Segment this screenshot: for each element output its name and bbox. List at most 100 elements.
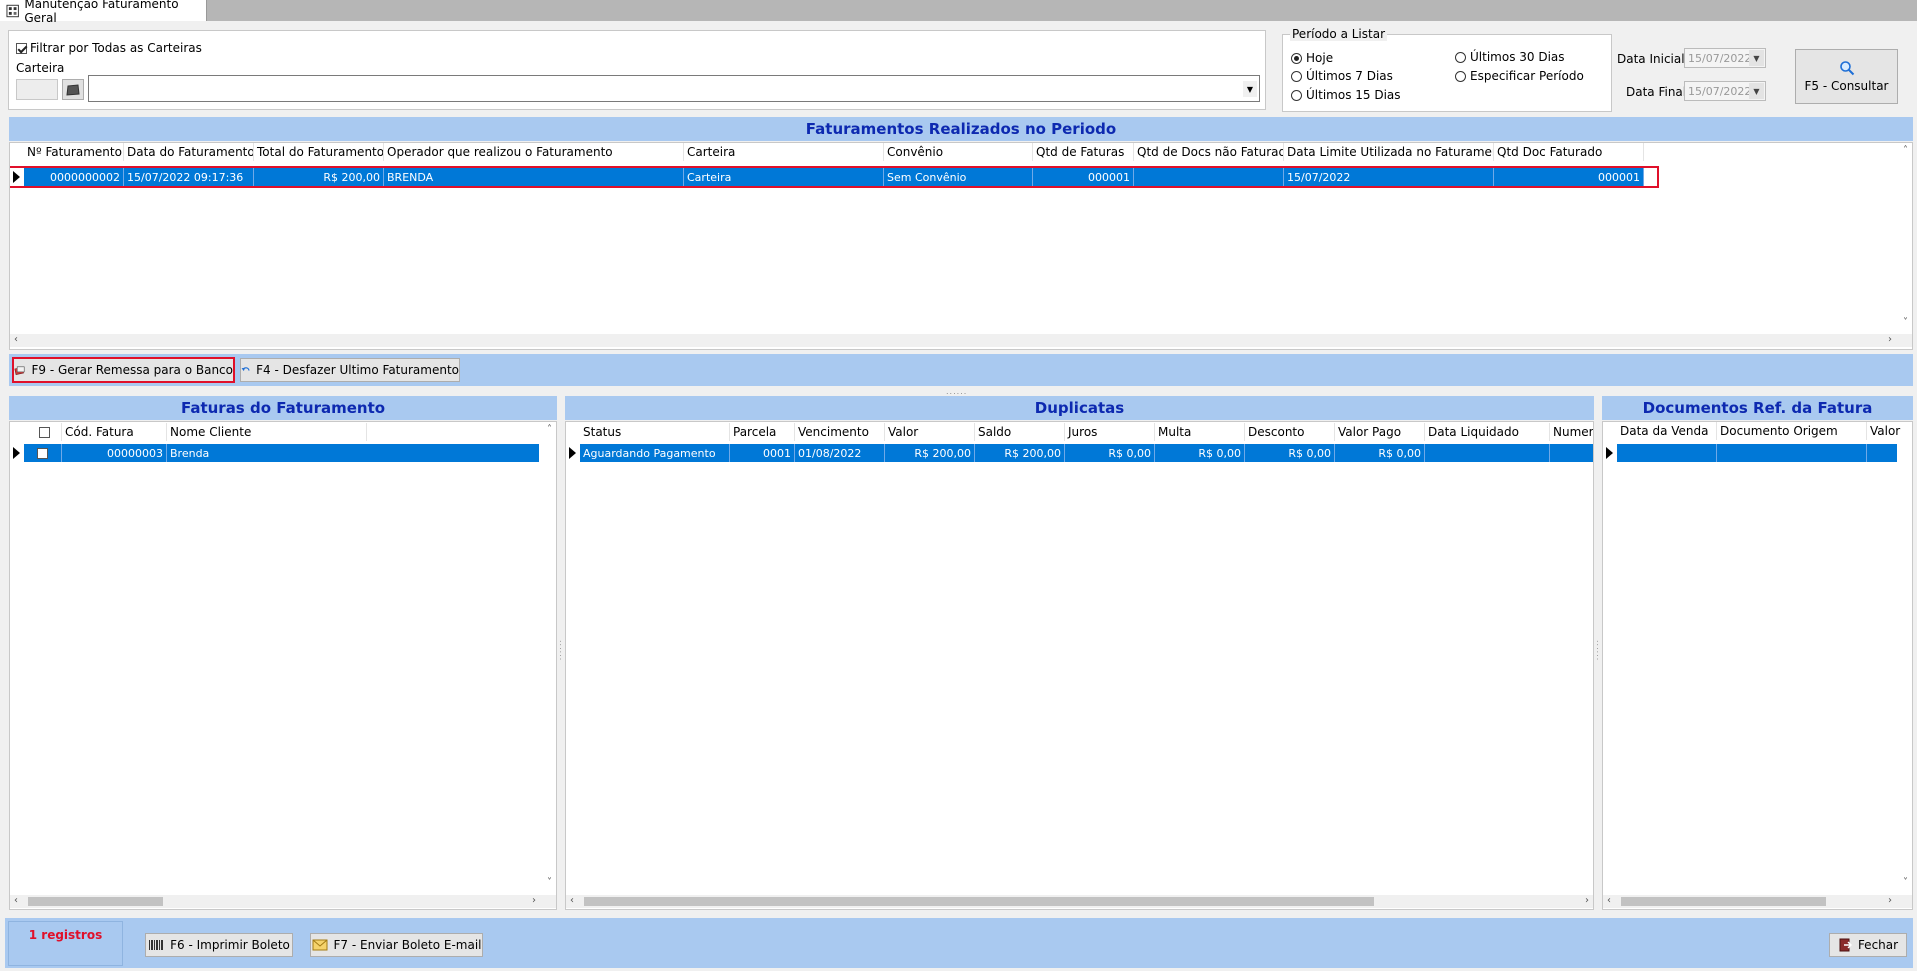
faturamentos-hscrollbar[interactable]: ‹ ›: [10, 334, 1912, 347]
chevron-down-icon[interactable]: ▼: [1243, 81, 1257, 97]
radio-ultimos-30-dot[interactable]: [1455, 51, 1466, 63]
col-header-status[interactable]: Status: [580, 423, 730, 441]
cell-saldo: R$ 200,00: [975, 444, 1065, 462]
scroll-left-icon[interactable]: ‹: [570, 895, 574, 906]
col-header-desconto[interactable]: Desconto: [1245, 423, 1335, 441]
col-header-qtd-docs-nao-faturados[interactable]: Qtd de Docs não Faturados: [1134, 143, 1284, 161]
documentos-grid[interactable]: Data da Venda Documento Origem Valor ˅ ‹…: [1602, 421, 1913, 910]
radio-hoje[interactable]: Hoje: [1291, 51, 1333, 65]
cell-status: Aguardando Pagamento: [580, 444, 730, 462]
cell-qtd-doc-faturado: 000001: [1494, 168, 1644, 186]
col-header-data-venda[interactable]: Data da Venda: [1617, 422, 1717, 440]
faturamentos-grid[interactable]: Nº Faturamento Data do Faturamento Total…: [9, 142, 1913, 350]
calendar-dropdown-icon[interactable]: ▼: [1749, 50, 1764, 66]
col-header-cod-fatura[interactable]: Cód. Fatura: [62, 423, 167, 441]
radio-ultimos-7-dot[interactable]: [1291, 70, 1302, 82]
table-row[interactable]: 0000000002 15/07/2022 09:17:36 R$ 200,00…: [24, 168, 1644, 186]
col-header-valor[interactable]: Valor: [885, 423, 975, 441]
scroll-right-icon[interactable]: ›: [1888, 334, 1892, 345]
scroll-thumb[interactable]: [584, 897, 1374, 906]
imprimir-boleto-button[interactable]: F6 - Imprimir Boleto: [145, 933, 293, 957]
desfazer-button[interactable]: F4 - Desfazer Ultimo Faturamento: [240, 358, 460, 382]
fechar-button[interactable]: Fechar: [1829, 933, 1907, 957]
scroll-thumb[interactable]: [1621, 897, 1826, 906]
col-header-valor[interactable]: Valor: [1867, 422, 1912, 440]
radio-ultimos-15[interactable]: Últimos 15 Dias: [1291, 88, 1401, 102]
col-header-saldo[interactable]: Saldo: [975, 423, 1065, 441]
data-inicial-input[interactable]: 15/07/2022 ▼: [1684, 48, 1766, 68]
faturamentos-title: Faturamentos Realizados no Periodo: [9, 117, 1913, 141]
col-header-data-limite[interactable]: Data Limite Utilizada no Faturamento: [1284, 143, 1494, 161]
row-select-checkbox[interactable]: [37, 447, 48, 459]
faturas-hscrollbar[interactable]: ‹ ›: [10, 895, 556, 908]
col-header-convenio[interactable]: Convênio: [884, 143, 1033, 161]
tab-manutencao-faturamento[interactable]: Manutenção Faturamento Geral: [0, 0, 207, 25]
radio-hoje-dot[interactable]: [1291, 52, 1302, 64]
cell-carteira: Carteira: [684, 168, 884, 186]
col-header-operador[interactable]: Operador que realizou o Faturamento: [384, 143, 684, 161]
filter-all-carteiras[interactable]: Filtrar por Todas as Carteiras: [16, 41, 202, 55]
radio-especificar[interactable]: Especificar Período: [1455, 69, 1584, 83]
col-header-valor-pago[interactable]: Valor Pago: [1335, 423, 1425, 441]
scroll-right-icon[interactable]: ›: [1585, 895, 1589, 906]
col-header-total[interactable]: Total do Faturamento: [254, 143, 384, 161]
scroll-left-icon[interactable]: ‹: [14, 334, 18, 345]
scroll-right-icon[interactable]: ›: [1888, 895, 1892, 906]
radio-especificar-dot[interactable]: [1455, 70, 1466, 82]
radio-ultimos-7[interactable]: Últimos 7 Dias: [1291, 69, 1393, 83]
consultar-button[interactable]: F5 - Consultar: [1795, 49, 1898, 104]
radio-hoje-label: Hoje: [1306, 51, 1334, 65]
col-header-select-all[interactable]: [24, 423, 62, 441]
imprimir-boleto-label: F6 - Imprimir Boleto: [170, 938, 290, 952]
col-header-numero[interactable]: Nº Faturamento: [24, 143, 124, 161]
select-all-checkbox[interactable]: [38, 426, 50, 438]
col-header-juros[interactable]: Juros: [1065, 423, 1155, 441]
cell-parcela: 0001: [730, 444, 795, 462]
scroll-thumb[interactable]: [28, 897, 163, 906]
search-icon: [1839, 61, 1854, 76]
filter-all-carteiras-checkbox[interactable]: [16, 42, 27, 54]
col-header-data-liquidado[interactable]: Data Liquidado: [1425, 423, 1550, 441]
table-row[interactable]: 00000003 Brenda: [24, 444, 539, 462]
carteira-code-input[interactable]: [16, 79, 58, 100]
faturas-grid[interactable]: Cód. Fatura Nome Cliente 00000003 Brenda…: [9, 421, 557, 910]
col-header-qtd-faturas[interactable]: Qtd de Faturas: [1033, 143, 1134, 161]
cell-multa: R$ 0,00: [1155, 444, 1245, 462]
cell-select[interactable]: [24, 444, 62, 462]
enviar-boleto-button[interactable]: F7 - Enviar Boleto E-mail: [310, 933, 483, 957]
documentos-hscrollbar[interactable]: ‹ ›: [1603, 895, 1912, 908]
scroll-left-icon[interactable]: ‹: [14, 895, 18, 906]
col-header-multa[interactable]: Multa: [1155, 423, 1245, 441]
scroll-up-icon[interactable]: ˄: [547, 424, 552, 435]
scroll-up-icon[interactable]: ˄: [1903, 145, 1908, 156]
tab-strip: [0, 0, 1917, 21]
table-row[interactable]: [1617, 444, 1897, 462]
col-header-qtd-doc-faturado[interactable]: Qtd Doc Faturado: [1494, 143, 1644, 161]
scroll-down-icon[interactable]: ˅: [547, 877, 552, 888]
duplicatas-hscrollbar[interactable]: ‹ ›: [566, 895, 1593, 908]
horizontal-splitter[interactable]: ......: [946, 387, 967, 396]
carteira-select[interactable]: ▼: [88, 75, 1260, 102]
scroll-down-icon[interactable]: ˅: [1903, 317, 1908, 328]
col-header-documento-origem[interactable]: Documento Origem: [1717, 422, 1867, 440]
carteira-lookup-button[interactable]: [62, 79, 84, 100]
col-header-parcela[interactable]: Parcela: [730, 423, 795, 441]
gerar-remessa-button[interactable]: F9 - Gerar Remessa para o Banco: [12, 357, 235, 383]
col-header-numero[interactable]: Numero: [1550, 423, 1593, 441]
col-header-vencimento[interactable]: Vencimento: [795, 423, 885, 441]
scroll-right-icon[interactable]: ›: [532, 895, 536, 906]
undo-icon: [241, 367, 250, 372]
scroll-down-icon[interactable]: ˅: [1903, 877, 1908, 888]
radio-ultimos-15-dot[interactable]: [1291, 89, 1302, 101]
col-header-data[interactable]: Data do Faturamento: [124, 143, 254, 161]
data-final-input[interactable]: 15/07/2022 ▼: [1684, 81, 1766, 101]
col-header-nome-cliente[interactable]: Nome Cliente: [167, 423, 367, 441]
col-header-carteira[interactable]: Carteira: [684, 143, 884, 161]
cell-convenio: Sem Convênio: [884, 168, 1033, 186]
cell-total: R$ 200,00: [254, 168, 384, 186]
calendar-dropdown-icon[interactable]: ▼: [1749, 83, 1764, 99]
table-row[interactable]: Aguardando Pagamento 0001 01/08/2022 R$ …: [580, 444, 1593, 462]
scroll-left-icon[interactable]: ‹: [1607, 895, 1611, 906]
duplicatas-grid[interactable]: Status Parcela Vencimento Valor Saldo Ju…: [565, 421, 1594, 910]
radio-ultimos-30[interactable]: Últimos 30 Dias: [1455, 50, 1565, 64]
